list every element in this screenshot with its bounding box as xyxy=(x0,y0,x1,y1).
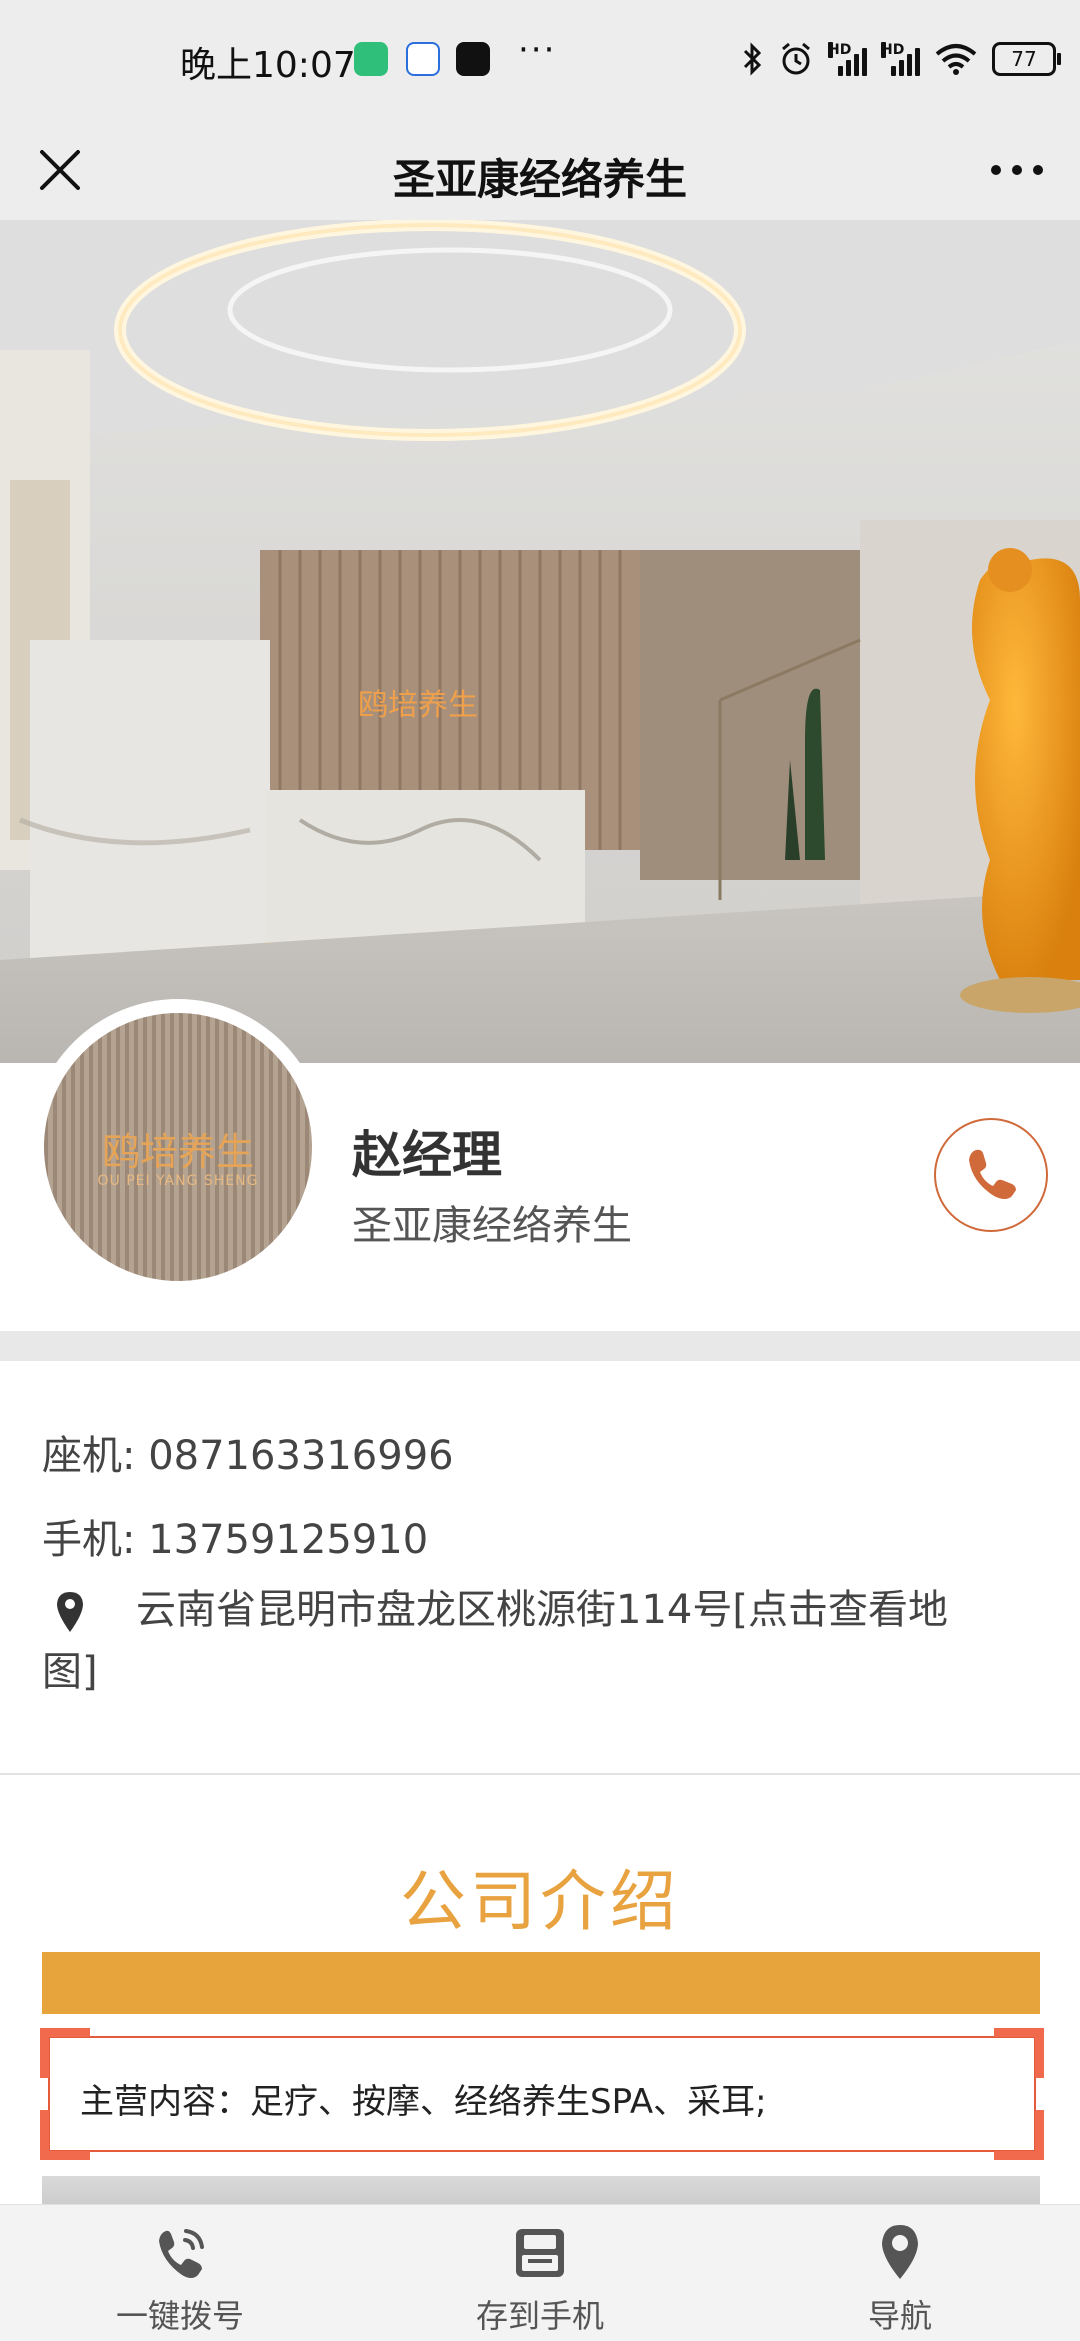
bluetooth-icon xyxy=(743,42,762,76)
profile-card: 鸥培养生 OU PEI YANG SHENG 赵经理 圣亚康经络养生 xyxy=(0,999,1080,1331)
contact-info: 座机: 087163316996 手机: 13759125910 云南省昆明市盘… xyxy=(0,1361,1080,1773)
signal-2-icon: HD xyxy=(881,42,920,76)
hero-sign-text: 鸥培养生 xyxy=(358,688,478,723)
intro-orange-bar xyxy=(42,1952,1040,2014)
landline-row[interactable]: 座机: 087163316996 xyxy=(42,1423,454,1481)
divider xyxy=(0,1773,1080,1775)
status-bar: 晚上10:07 ··· HD HD 77 xyxy=(0,0,1080,120)
phone-icon xyxy=(159,2229,204,2278)
location-pin-icon xyxy=(57,1592,83,1632)
mobile-row[interactable]: 手机: 13759125910 xyxy=(42,1507,428,1565)
avatar: 鸥培养生 OU PEI YANG SHENG xyxy=(44,1013,312,1281)
address-row[interactable]: 云南省昆明市盘龙区桃源街114号[点击查看地图] xyxy=(42,1579,1002,1703)
save-contact-label: 存到手机 xyxy=(475,2297,604,2335)
alarm-icon xyxy=(782,42,810,75)
frame-corner-top-right xyxy=(994,2028,1044,2078)
app-5-icon xyxy=(406,42,440,76)
landline-number: 087163316996 xyxy=(148,1433,454,1479)
more-options-icon[interactable] xyxy=(982,140,1052,200)
phone-icon xyxy=(969,1149,1016,1199)
status-right-icons: HD HD 77 xyxy=(742,36,1061,82)
mobile-number: 13759125910 xyxy=(148,1517,429,1563)
capcut-icon xyxy=(456,42,490,76)
signal-1-icon: HD xyxy=(828,42,867,76)
call-action-button[interactable]: 一键拨号 xyxy=(30,2205,330,2341)
call-action-label: 一键拨号 xyxy=(115,2297,244,2335)
main-business-text: 主营内容：足疗、按摩、经络养生SPA、采耳; xyxy=(80,2082,767,2122)
navigation-button[interactable]: 导航 xyxy=(750,2205,1050,2341)
frame-corner-bottom-right xyxy=(994,2110,1044,2160)
hero-illustration: 鸥培养生 xyxy=(0,220,1080,1063)
hero-image: 鸥培养生 xyxy=(0,220,1080,1063)
landline-label: 座机: xyxy=(42,1433,136,1479)
shield-app-icon xyxy=(354,42,388,76)
avatar-logo-text: 鸥培养生 xyxy=(101,1130,254,1174)
contact-name: 赵经理 xyxy=(352,1126,502,1184)
call-button[interactable] xyxy=(934,1118,1048,1232)
save-icon xyxy=(516,2229,564,2277)
status-time: 晚上10:07 xyxy=(180,45,356,86)
navigation-label: 导航 xyxy=(867,2297,932,2335)
avatar-logo-subtext: OU PEI YANG SHENG xyxy=(97,1173,259,1189)
section-separator xyxy=(0,1331,1080,1361)
intro-title: 公司介绍 xyxy=(400,1863,680,1940)
mobile-label: 手机: xyxy=(42,1517,136,1563)
wifi-icon xyxy=(935,44,977,75)
nav-bar: 圣亚康经络养生 xyxy=(0,120,1080,220)
save-contact-button[interactable]: 存到手机 xyxy=(390,2205,690,2341)
battery-icon: 77 xyxy=(992,42,1061,76)
avatar-ring: 鸥培养生 OU PEI YANG SHENG xyxy=(30,999,326,1295)
company-name: 圣亚康经络养生 xyxy=(352,1203,632,1249)
location-pin-icon xyxy=(882,2225,918,2279)
page-title: 圣亚康经络养生 xyxy=(392,155,687,204)
bottom-action-bar: 一键拨号 存到手机 导航 xyxy=(0,2204,1080,2341)
address-text: 云南省昆明市盘龙区桃源街114号[点击查看地图] xyxy=(42,1587,948,1695)
status-more-dots: ··· xyxy=(518,30,557,70)
